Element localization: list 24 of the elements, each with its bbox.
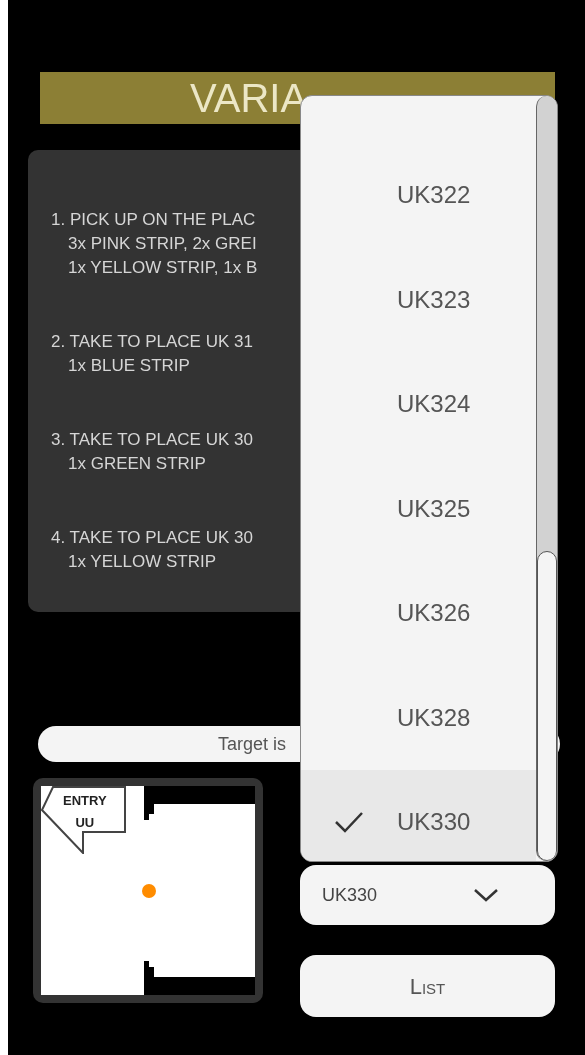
dropdown-option[interactable]: UK323 bbox=[301, 247, 536, 352]
chevron-down-icon bbox=[473, 888, 499, 902]
instruction-line: 3x PINK STRIP, 2x GREI bbox=[67, 233, 258, 255]
instruction-line: 1. PICK UP ON THE PLAC bbox=[51, 209, 257, 231]
dropdown-option[interactable]: UK328 bbox=[301, 665, 536, 770]
instruction-line: 3. TAKE TO PLACE UK 30 bbox=[51, 429, 254, 451]
instruction-line: 2. TAKE TO PLACE UK 31 bbox=[51, 331, 254, 353]
dropdown-option[interactable]: UK325 bbox=[301, 456, 536, 561]
instruction-line: 1x YELLOW STRIP, 1x B bbox=[67, 257, 259, 279]
dropdown-option[interactable]: UK322 bbox=[301, 143, 536, 248]
check-icon bbox=[334, 811, 364, 834]
instruction-line: 1x GREEN STRIP bbox=[67, 453, 207, 475]
title: VARIA bbox=[190, 78, 308, 118]
entry-label: ENTRY bbox=[63, 792, 107, 810]
instruction-line: 1x YELLOW STRIP bbox=[67, 551, 217, 573]
instruction-line: 1x BLUE STRIP bbox=[67, 355, 191, 377]
dropdown-option[interactable]: UK326 bbox=[301, 561, 536, 666]
instruction-line: 4. TAKE TO PLACE UK 30 bbox=[51, 527, 254, 549]
list-button[interactable]: List bbox=[300, 955, 555, 1017]
entry-label: UU bbox=[75, 814, 95, 832]
place-dropdown[interactable]: UK330 bbox=[300, 865, 555, 925]
target-text: Target is bbox=[218, 732, 287, 756]
dropdown-option[interactable]: UK324 bbox=[301, 352, 536, 457]
dropdown-option[interactable]: UK330 bbox=[301, 770, 536, 861]
